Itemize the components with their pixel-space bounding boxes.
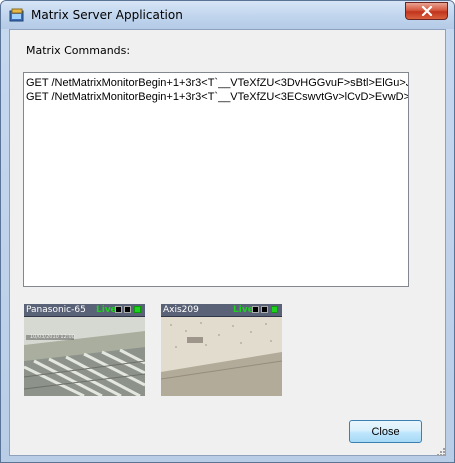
window-close-button[interactable] — [405, 2, 448, 20]
camera-live-status: Live — [96, 305, 117, 315]
camera-name: Panasonic-65 — [26, 305, 86, 315]
camera-name: Axis209 — [163, 305, 199, 315]
dialog-client-area: Matrix Commands: GET /NetMatrixMonitorBe… — [9, 29, 446, 456]
window-title: Matrix Server Application — [31, 8, 183, 22]
camera-indicator-square — [115, 306, 122, 313]
application-window: Matrix Server Application Matrix Command… — [0, 0, 455, 463]
command-line[interactable]: GET /NetMatrixMonitorBegin+1+3r3<T`__VTe… — [26, 76, 408, 90]
camera-header: Panasonic-65 Live — [24, 304, 145, 317]
camera-feed-image — [161, 317, 282, 396]
close-button[interactable]: Close — [349, 420, 422, 443]
camera-indicator-square — [271, 306, 278, 313]
camera-header: Axis209 Live — [161, 304, 282, 317]
camera-live-status: Live — [233, 305, 254, 315]
resize-grip-icon[interactable] — [436, 447, 446, 457]
camera-indicator-square — [261, 306, 268, 313]
app-icon — [9, 8, 24, 22]
camera-indicator-square — [252, 306, 259, 313]
camera-tile-axis209[interactable]: Axis209 Live — [161, 304, 282, 396]
camera-indicator-square — [124, 306, 131, 313]
camera-feed-image — [24, 317, 145, 396]
camera-indicator-square — [134, 306, 141, 313]
title-bar[interactable]: Matrix Server Application — [1, 1, 454, 29]
matrix-commands-list[interactable]: GET /NetMatrixMonitorBegin+1+3r3<T`__VTe… — [23, 72, 409, 287]
matrix-commands-label: Matrix Commands: — [26, 44, 131, 57]
command-line[interactable]: GET /NetMatrixMonitorBegin+1+3r3<T`__VTe… — [26, 90, 408, 104]
camera-tile-panasonic[interactable]: Panasonic-65 Live 10/03/2010 12:00 — [24, 304, 145, 396]
camera-timestamp-overlay: 10/03/2010 12:00 — [30, 334, 75, 340]
close-icon — [421, 6, 432, 16]
